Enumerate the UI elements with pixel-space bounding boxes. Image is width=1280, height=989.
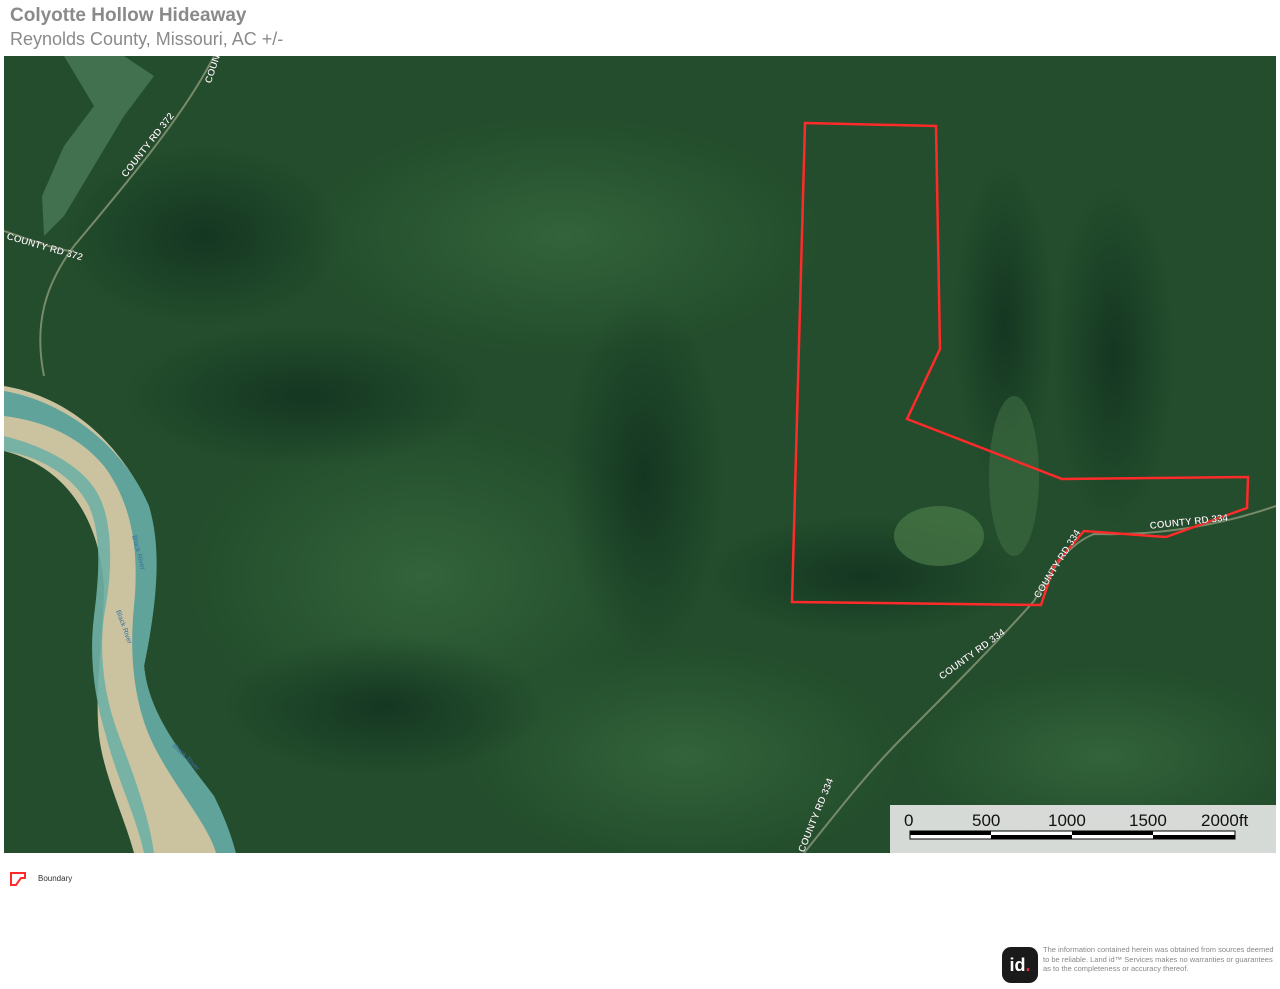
hollow-shade [564,296,724,656]
scale-ruler [909,830,1236,840]
boundary-legend-icon [10,872,26,886]
hollow-shade [1054,186,1174,526]
map-subtitle: Reynolds County, Missouri, AC +/- [10,29,284,49]
hollow-shade [124,326,484,466]
map-canvas: COUNTY RD 372 COUNTY RD 372 COUNTY RD 33… [4,56,1276,853]
hollow-shade [64,146,344,326]
map-title: Colyotte Hollow Hideaway [10,5,247,26]
scale-bar: 0 500 1000 1500 2000ft [890,805,1276,853]
clearing [989,396,1039,556]
satellite-map[interactable]: COUNTY RD 372 COUNTY RD 372 COUNTY RD 33… [4,56,1276,853]
disclaimer-text: The information contained herein was obt… [1043,945,1274,973]
legend-boundary-label: Boundary [38,874,73,883]
ridge-shade [304,116,824,356]
landid-logo: id. [1002,947,1038,983]
clearing [894,506,984,566]
hollow-shade [224,636,544,776]
